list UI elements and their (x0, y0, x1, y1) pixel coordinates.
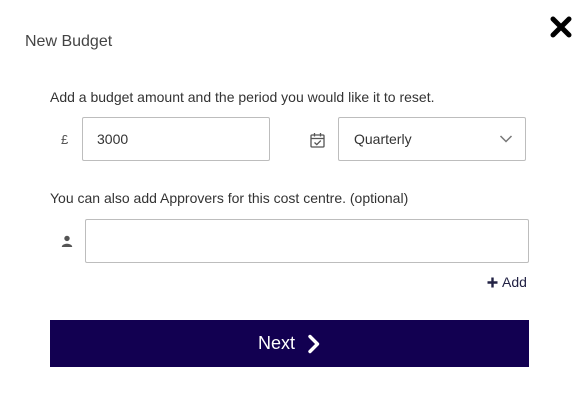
next-button[interactable]: Next (50, 320, 529, 367)
add-approver-label: Add (502, 274, 527, 290)
next-button-label: Next (257, 333, 295, 353)
dialog-title: New Budget (25, 33, 113, 50)
currency-symbol: £ (61, 132, 69, 147)
new-budget-dialog: New Budget Add a budget amount and the p… (0, 0, 583, 418)
approvers-label: You can also add Approvers for this cost… (50, 190, 409, 206)
add-approver-link[interactable]: Add (487, 274, 527, 290)
period-select[interactable]: Quarterly (338, 117, 526, 161)
plus-icon (487, 277, 498, 287)
budget-amount-input[interactable] (82, 117, 270, 161)
chevron-right-icon (308, 334, 320, 353)
close-button[interactable] (548, 14, 574, 40)
chevron-down-icon (499, 135, 513, 143)
period-select-value: Quarterly (354, 131, 412, 147)
calendar-check-icon (310, 133, 325, 148)
person-icon (61, 235, 73, 247)
budget-intro-text: Add a budget amount and the period you w… (50, 89, 435, 105)
approver-input[interactable] (85, 219, 529, 263)
close-icon (550, 16, 572, 38)
